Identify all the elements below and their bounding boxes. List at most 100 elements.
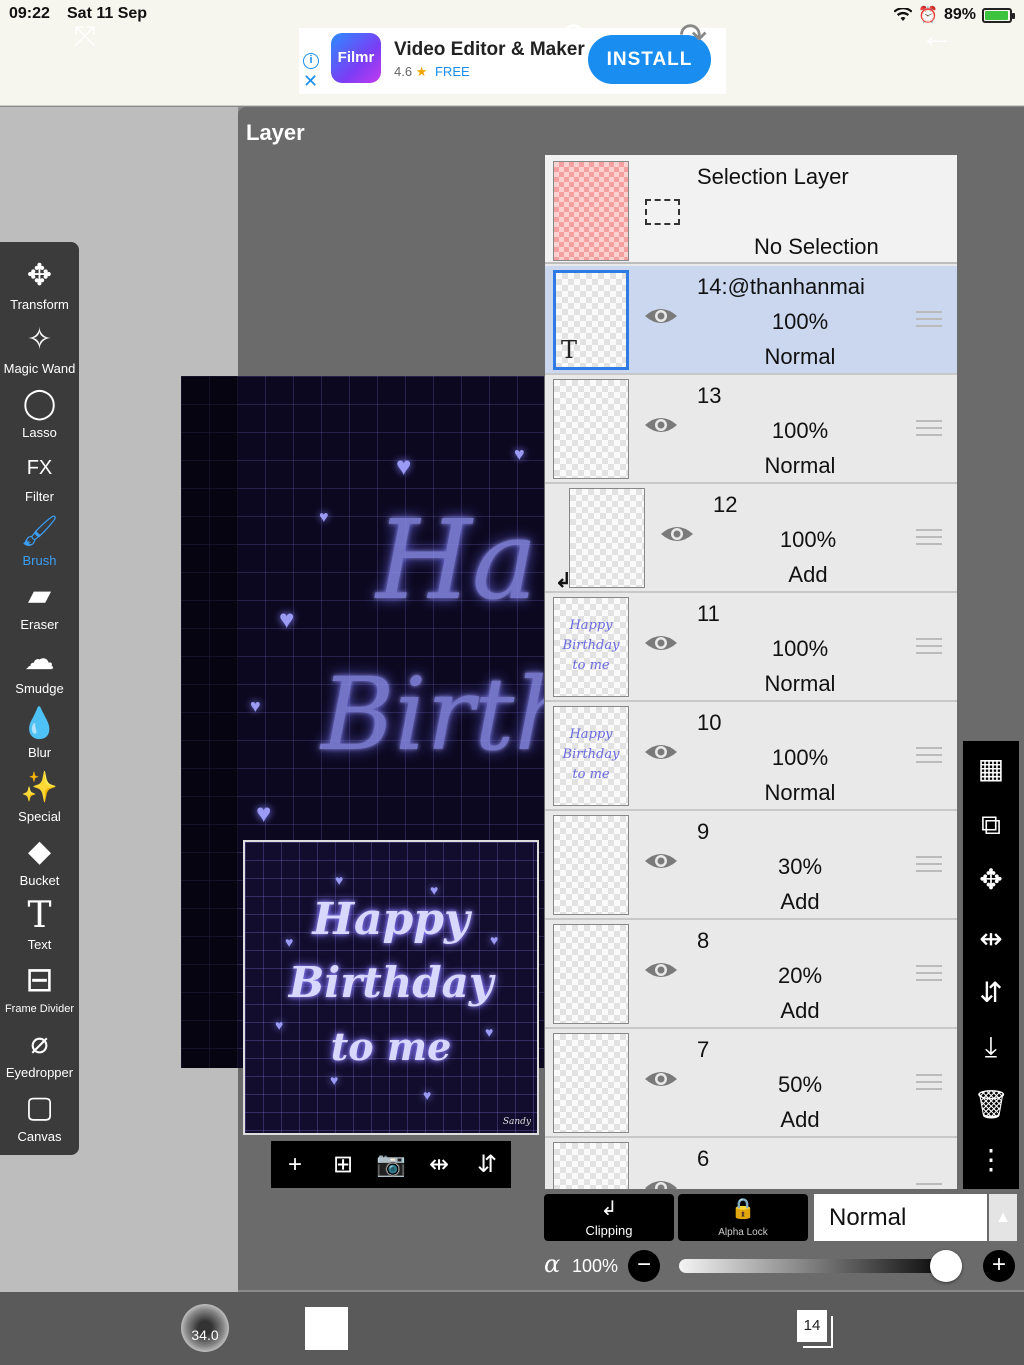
layer-thumbnail: [553, 815, 629, 915]
tool-eyedropper[interactable]: ⌀ Eyedropper: [0, 1022, 79, 1086]
selection-layer-thumbnail: [553, 161, 629, 261]
alpha-lock-button[interactable]: 🔒 Alpha Lock: [678, 1194, 808, 1241]
visibility-eye-icon[interactable]: [643, 1176, 679, 1189]
visibility-eye-icon[interactable]: [643, 1067, 679, 1091]
layer-name: 7: [697, 1037, 710, 1062]
layer-name: 8: [697, 928, 710, 953]
battery-icon: [982, 7, 1015, 23]
drag-handle-icon[interactable]: [916, 1183, 942, 1189]
lock-icon: 🔒: [730, 1198, 756, 1220]
tool-brush[interactable]: 🖌 Brush: [0, 510, 79, 574]
heart-decoration: ♥: [514, 444, 525, 464]
layer-row[interactable]: ↲ 12 100% Add: [545, 484, 957, 593]
quick-tool-switch-icon[interactable]: ⤧: [60, 12, 110, 60]
merge-down-icon[interactable]: ⤓: [963, 1027, 1019, 1067]
blend-mode-select[interactable]: Normal: [814, 1194, 987, 1241]
opacity-slider[interactable]: [679, 1250, 962, 1282]
drag-handle-icon[interactable]: [916, 529, 942, 547]
flip-vertical-icon[interactable]: ⇵: [963, 973, 1019, 1013]
frame-divider-icon: ⊟: [25, 961, 54, 999]
tool-filter[interactable]: FX Filter: [0, 446, 79, 510]
clipping-button[interactable]: ↲ Clipping: [544, 1194, 674, 1241]
layer-count-button[interactable]: 14: [797, 1310, 827, 1342]
layer-blend: Add: [780, 1107, 820, 1132]
chevron-up-icon[interactable]: ▲: [989, 1194, 1017, 1241]
redo-icon[interactable]: ↷: [670, 12, 716, 60]
visibility-eye-icon[interactable]: [643, 740, 679, 764]
layer-row[interactable]: 13 100% Normal: [545, 375, 957, 484]
ad-info-icon[interactable]: i: [303, 53, 319, 69]
drag-handle-icon[interactable]: [916, 638, 942, 656]
text-layer-icon: T: [561, 336, 578, 364]
selection-layer-row[interactable]: Selection Layer No Selection: [545, 155, 957, 264]
tool-special[interactable]: ✨ Special: [0, 766, 79, 830]
layer-row[interactable]: Happy Birthday to me 11 100% Normal: [545, 593, 957, 702]
tool-eraser[interactable]: ▰ Eraser: [0, 574, 79, 638]
layer-row[interactable]: 6: [545, 1138, 957, 1189]
drag-handle-icon[interactable]: [916, 965, 942, 983]
move-selection-icon[interactable]: ⧉: [963, 805, 1019, 845]
drag-handle-icon[interactable]: [916, 856, 942, 874]
trash-icon[interactable]: 🗑: [963, 1085, 1019, 1125]
undo-icon[interactable]: ↶: [548, 12, 594, 60]
layer-row[interactable]: 8 20% Add: [545, 920, 957, 1029]
visibility-eye-icon[interactable]: [643, 413, 679, 437]
tool-bucket[interactable]: ◆ Bucket: [0, 830, 79, 894]
visibility-eye-icon[interactable]: [643, 304, 679, 328]
flip-vertical-icon[interactable]: ⇵: [467, 1150, 507, 1179]
flip-horizontal-icon[interactable]: ⇹: [419, 1150, 459, 1179]
drag-handle-icon[interactable]: [916, 747, 942, 765]
more-options-icon[interactable]: ⋮: [963, 1140, 1019, 1180]
layer-thumbnail: [553, 1142, 629, 1189]
layer-row[interactable]: Happy Birthday to me 10 100% Normal: [545, 702, 957, 811]
heart-decoration: ♥: [335, 872, 344, 888]
tool-panel: ✥ Transform ✧ Magic Wand ◯ Lasso FX Filter 🖌 Brus…: [0, 242, 79, 1155]
clipping-icon: ↲: [600, 1198, 618, 1220]
back-arrow-icon[interactable]: ←: [914, 12, 960, 60]
tool-canvas[interactable]: ▢ Canvas: [0, 1086, 79, 1150]
flip-horizontal-icon[interactable]: ⇹: [963, 919, 1019, 959]
layer-row[interactable]: T 14:@thanhanmai 100% Normal: [545, 266, 957, 375]
drag-handle-icon[interactable]: [916, 311, 942, 329]
magic-wand-icon: ✧: [26, 323, 53, 356]
add-layer-icon[interactable]: +: [275, 1151, 315, 1179]
move-arrows-icon[interactable]: ✥: [963, 860, 1019, 900]
layer-opacity: 100%: [779, 527, 837, 552]
duplicate-layer-icon[interactable]: ⊞: [323, 1150, 363, 1179]
ad-close-icon[interactable]: ✕: [303, 72, 318, 90]
layer-row[interactable]: 9 30% Add: [545, 811, 957, 920]
visibility-eye-icon[interactable]: [643, 958, 679, 982]
opacity-increase-button[interactable]: +: [983, 1250, 1015, 1282]
color-swatch[interactable]: [305, 1307, 348, 1350]
layer-blend: Normal: [764, 780, 836, 805]
canvas-thumbnail[interactable]: Happy Birthday to me ♥ ♥ ♥ ♥ ♥ ♥ ♥ ♥ San…: [243, 840, 539, 1135]
brush-size-preview[interactable]: 34.0: [181, 1304, 229, 1352]
arrow-down-icon[interactable]: ↓: [425, 12, 471, 60]
tool-frame-divider[interactable]: ⊟ Frame Divider: [0, 958, 79, 1022]
thumbnail-signature: Sandy: [502, 1117, 531, 1127]
tool-label: Eraser: [20, 617, 59, 632]
visibility-eye-icon[interactable]: [643, 849, 679, 873]
opacity-slider-knob[interactable]: [930, 1250, 962, 1282]
tool-lasso[interactable]: ◯ Lasso: [0, 382, 79, 446]
wifi-icon: [894, 8, 913, 21]
tool-smudge[interactable]: ☁ Smudge: [0, 638, 79, 702]
tool-transform[interactable]: ✥ Transform: [0, 254, 79, 318]
tool-blur[interactable]: 💧 Blur: [0, 702, 79, 766]
tool-magic-wand[interactable]: ✧ Magic Wand: [0, 318, 79, 382]
lasso-icon: ◯: [22, 387, 57, 420]
tool-text[interactable]: T Text: [0, 894, 79, 958]
ad-banner[interactable]: i ✕ Filmr Video Editor & Maker 4.6 ★ FRE…: [299, 28, 726, 94]
layer-row[interactable]: 7 50% Add: [545, 1029, 957, 1138]
checkerboard-icon[interactable]: ▦: [963, 749, 1019, 789]
opacity-decrease-button[interactable]: −: [628, 1250, 660, 1282]
drag-handle-icon[interactable]: [916, 420, 942, 438]
layer-list[interactable]: Selection Layer No Selection T 14:@thanha…: [545, 155, 957, 1189]
drag-handle-icon[interactable]: [916, 1074, 942, 1092]
tool-label: Canvas: [17, 1129, 62, 1144]
heart-decoration: ♥: [275, 1017, 284, 1033]
visibility-eye-icon[interactable]: [659, 522, 695, 546]
layer-opacity: 50%: [777, 1072, 823, 1097]
visibility-eye-icon[interactable]: [643, 631, 679, 655]
camera-icon[interactable]: 📷: [371, 1150, 411, 1179]
